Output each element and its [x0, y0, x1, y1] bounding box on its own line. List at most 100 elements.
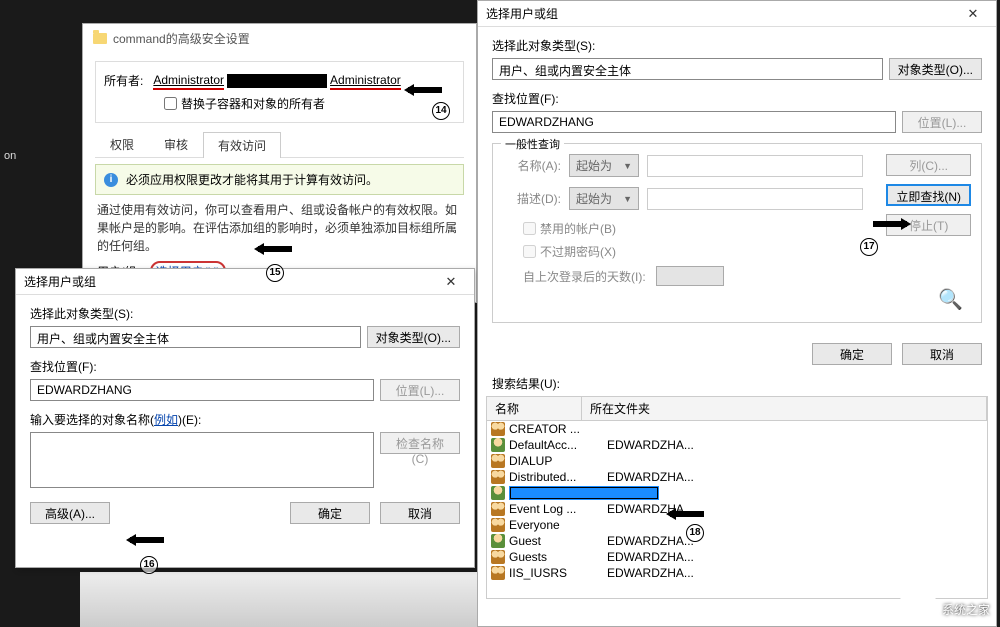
result-name: IIS_IUSRS	[509, 566, 599, 580]
ok-button[interactable]: 确定	[290, 502, 370, 524]
replace-owner-checkbox[interactable]: 替换子容器和对象的所有者	[164, 95, 455, 112]
result-folder: EDWARDZHA...	[603, 534, 694, 548]
folder-icon	[93, 33, 107, 44]
name-filter-combo[interactable]: 起始为▼	[569, 154, 639, 177]
find-now-button[interactable]: 立即查找(N)	[886, 184, 971, 206]
disabled-accounts-checkbox[interactable]: 禁用的帐户(B)	[523, 220, 863, 237]
user-icon	[491, 486, 505, 500]
ok-button2[interactable]: 确定	[812, 343, 892, 365]
search-icon: 🔍	[938, 287, 963, 312]
locations-button[interactable]: 位置(L)...	[380, 379, 460, 401]
result-name: Everyone	[509, 518, 599, 532]
name-filter-label: 名称(A):	[503, 157, 561, 174]
object-type-field: 用户、组或内置安全主体	[30, 326, 361, 348]
users-icon	[491, 550, 505, 564]
object-types-button2[interactable]: 对象类型(O)...	[889, 58, 982, 80]
security-title: command的高级安全设置	[113, 30, 250, 47]
result-name: Event Log ...	[509, 502, 599, 516]
close-icon[interactable]: ✕	[958, 6, 988, 22]
dialog1-title: 选择用户或组	[24, 273, 96, 290]
general-query-section: 一般性查询 列(C)... 立即查找(N) 停止(T) 名称(A): 起始为▼ …	[492, 143, 982, 323]
desc-filter-combo[interactable]: 起始为▼	[569, 187, 639, 210]
result-folder: EDWARDZHA...	[603, 470, 694, 484]
object-type-field2: 用户、组或内置安全主体	[492, 58, 883, 80]
effective-access-desc: 通过使用有效访问，你可以查看用户、组或设备帐户的有效权限。如果帐户是的影响。在评…	[97, 201, 462, 255]
result-name: DIALUP	[509, 454, 599, 468]
search-results: 搜索结果(U): 名称 所在文件夹 CREATOR ...DefaultAcc.…	[486, 375, 988, 599]
result-row[interactable]	[487, 485, 987, 501]
dialog2-titlebar: 选择用户或组 ✕	[478, 1, 996, 27]
last-login-days-combo[interactable]	[656, 266, 724, 286]
example-link[interactable]: 例如	[154, 413, 178, 427]
desc-filter-label: 描述(D):	[503, 190, 561, 207]
object-type-label: 选择此对象类型(S):	[30, 305, 460, 322]
owner-value: Administrator Administrator	[153, 73, 400, 88]
tab-permissions[interactable]: 权限	[95, 131, 149, 157]
users-icon	[491, 470, 505, 484]
decor-bg	[80, 572, 480, 627]
users-icon	[491, 502, 505, 516]
result-row[interactable]: CREATOR ...	[487, 421, 987, 437]
stop-button[interactable]: 停止(T)	[886, 214, 971, 236]
object-names-input[interactable]	[30, 432, 374, 488]
watermark: 系统之家	[890, 591, 1000, 627]
object-names-label: 输入要选择的对象名称(例如)(E):	[30, 411, 460, 428]
info-text: 必须应用权限更改才能将其用于计算有效访问。	[126, 171, 378, 188]
info-box: i 必须应用权限更改才能将其用于计算有效访问。	[95, 164, 464, 195]
result-row[interactable]: Distributed...EDWARDZHA...	[487, 469, 987, 485]
location-label: 查找位置(F):	[30, 358, 460, 375]
result-row[interactable]: Everyone	[487, 517, 987, 533]
users-icon	[491, 518, 505, 532]
last-login-label: 自上次登录后的天数(I):	[523, 268, 646, 285]
tab-effective-access[interactable]: 有效访问	[203, 132, 281, 158]
redacted-text	[227, 74, 327, 88]
users-icon	[491, 422, 505, 436]
general-query-title: 一般性查询	[501, 136, 564, 152]
result-row[interactable]: Guests EDWARDZHA...	[487, 549, 987, 565]
owner-panel: 所有者: Administrator Administrator 替换子容器和对…	[95, 61, 464, 123]
chevron-down-icon: ▼	[623, 194, 632, 204]
results-label: 搜索结果(U):	[492, 375, 982, 392]
no-expire-checkbox[interactable]: 不过期密码(X)	[523, 243, 863, 260]
dialog1-titlebar: 选择用户或组 ✕	[16, 269, 474, 295]
name-filter-input[interactable]	[647, 155, 863, 177]
owner-label: 所有者:	[104, 72, 143, 89]
tab-audit[interactable]: 审核	[149, 131, 203, 157]
chevron-down-icon: ▼	[623, 161, 632, 171]
result-name: Guest	[509, 534, 599, 548]
result-row[interactable]: DIALUP	[487, 453, 987, 469]
security-window: command的高级安全设置 所有者: Administrator Admini…	[82, 23, 477, 303]
watermark-icon	[900, 597, 936, 621]
cancel-button2[interactable]: 取消	[902, 343, 982, 365]
columns-button[interactable]: 列(C)...	[886, 154, 971, 176]
result-row[interactable]: Guest EDWARDZHA...	[487, 533, 987, 549]
close-icon[interactable]: ✕	[436, 274, 466, 290]
advanced-button[interactable]: 高级(A)...	[30, 502, 110, 524]
sidebar-text: on	[4, 150, 16, 162]
user-icon	[491, 438, 505, 452]
result-row[interactable]: Event Log ...EDWARDZHA...	[487, 501, 987, 517]
check-names-button[interactable]: 检查名称(C)	[380, 432, 460, 454]
results-body[interactable]: CREATOR ...DefaultAcc...EDWARDZHA...DIAL…	[486, 421, 988, 599]
cancel-button[interactable]: 取消	[380, 502, 460, 524]
result-name: CREATOR ...	[509, 422, 599, 436]
col-name[interactable]: 名称	[487, 397, 582, 420]
dialog2-title: 选择用户或组	[486, 5, 558, 22]
location-field: EDWARDZHANG	[30, 379, 374, 401]
result-row[interactable]: DefaultAcc...EDWARDZHA...	[487, 437, 987, 453]
object-types-button[interactable]: 对象类型(O)...	[367, 326, 460, 348]
locations-button2[interactable]: 位置(L)...	[902, 111, 982, 133]
result-folder: EDWARDZHA...	[603, 438, 694, 452]
location-label2: 查找位置(F):	[492, 90, 982, 107]
result-folder: EDWARDZHA...	[603, 566, 694, 580]
users-icon	[491, 566, 505, 580]
results-header: 名称 所在文件夹	[486, 396, 988, 421]
result-folder: EDWARDZHA...	[603, 550, 694, 564]
redacted-selected	[509, 486, 659, 500]
select-user-dialog-small: 选择用户或组 ✕ 选择此对象类型(S): 用户、组或内置安全主体 对象类型(O)…	[15, 268, 475, 568]
result-name: Guests	[509, 550, 599, 564]
tabs: 权限 审核 有效访问	[95, 131, 464, 158]
desc-filter-input[interactable]	[647, 188, 863, 210]
result-row[interactable]: IIS_IUSRS EDWARDZHA...	[487, 565, 987, 581]
col-folder[interactable]: 所在文件夹	[582, 397, 987, 420]
